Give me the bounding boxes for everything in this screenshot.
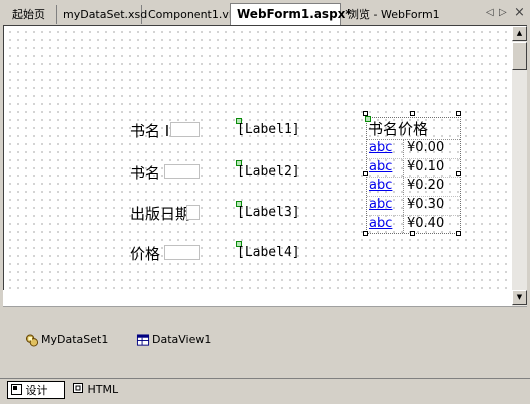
resize-handle[interactable] [363, 231, 368, 236]
server-label-2[interactable]: [Label2] [237, 164, 300, 179]
tab-mydataset-xsd[interactable]: myDataSet.xsd [57, 5, 147, 24]
resize-handle[interactable] [456, 171, 461, 176]
close-tab-icon[interactable]: × [514, 5, 525, 20]
component-label: MyDataSet1 [41, 333, 109, 346]
tab-browse-webform1[interactable]: 浏览 - WebForm1 [342, 5, 442, 24]
grid-row-price: ¥0.10 [407, 159, 445, 174]
grid-header: 书名价格 [368, 120, 429, 138]
scroll-down-icon[interactable]: ▼ [512, 290, 527, 305]
component-dataview1[interactable]: DataView1 [136, 333, 211, 347]
resize-handle[interactable] [363, 111, 368, 116]
document-tab-strip: 起始页 myDataSet.xsd Component1.vb WebForm1… [0, 0, 530, 25]
tab-label: 浏览 - WebForm1 [348, 8, 440, 21]
grid-row-link[interactable]: abc [369, 197, 392, 212]
vertical-scrollbar[interactable]: ▲ ▼ [512, 25, 527, 307]
tab-design-view[interactable]: 设计 [7, 381, 65, 399]
grid-row-link[interactable]: abc [369, 140, 392, 155]
label-book-name-box [164, 164, 200, 179]
component-tray: MyDataSet1 DataView1 [3, 306, 527, 377]
tab-webform1-aspx[interactable]: WebForm1.aspx* [230, 3, 352, 25]
resize-handle[interactable] [410, 111, 415, 116]
tab-label: myDataSet.xsd [63, 8, 148, 21]
datagrid[interactable]: 书名价格 abc ¥0.00 abc ¥0.10 abc ¥0.20 abc ¥… [365, 116, 461, 234]
view-tab-bar: 设计 HTML [0, 378, 530, 404]
scroll-tabs-left-icon[interactable]: ◁ [486, 7, 494, 18]
design-view-icon [11, 384, 22, 395]
view-tab-label: HTML [87, 383, 119, 396]
tab-start-page[interactable]: 起始页 [6, 5, 57, 24]
label-publish-date-box [186, 205, 200, 220]
server-label-3[interactable]: [Label3] [237, 205, 300, 220]
tab-html-view[interactable]: HTML [70, 381, 120, 399]
resize-handle[interactable] [456, 231, 461, 236]
component-mydataset1[interactable]: MyDataSet1 [25, 333, 108, 347]
dataview-icon [136, 333, 150, 346]
grid-row-price: ¥0.00 [407, 140, 445, 155]
view-tab-label: 设计 [25, 384, 48, 397]
grid-row-price: ¥0.20 [407, 178, 445, 193]
label-price: 价格 [130, 245, 161, 263]
grid-row-price: ¥0.30 [407, 197, 445, 212]
tab-label: 起始页 [12, 8, 45, 21]
label-price-box [164, 245, 200, 260]
component-label: DataView1 [152, 333, 212, 346]
html-view-icon [73, 383, 83, 393]
label-publish-date: 出版日期 [130, 205, 191, 223]
dataset-icon [25, 333, 39, 347]
grid-row-link[interactable]: abc [369, 159, 392, 174]
resize-handle[interactable] [410, 231, 415, 236]
server-label-4[interactable]: [Label4] [237, 245, 300, 260]
grid-row-price: ¥0.40 [407, 216, 445, 231]
scroll-tabs-right-icon[interactable]: ▷ [499, 7, 507, 18]
resize-handle[interactable] [363, 171, 368, 176]
tab-label: Component1.vb [148, 8, 236, 21]
tab-component1-vb[interactable]: Component1.vb [142, 5, 236, 24]
label-book-name: 书名 [130, 164, 161, 182]
server-label-1[interactable]: [Label1] [237, 122, 300, 137]
grid-row-link[interactable]: abc [369, 178, 392, 193]
resize-handle[interactable] [456, 111, 461, 116]
surface-bottom-margin [3, 290, 512, 306]
scroll-up-icon[interactable]: ▲ [512, 26, 527, 41]
scroll-thumb[interactable] [512, 42, 527, 70]
label-book-id-box [170, 122, 200, 137]
grid-row-link[interactable]: abc [369, 216, 392, 231]
tab-label: WebForm1.aspx* [237, 7, 352, 21]
